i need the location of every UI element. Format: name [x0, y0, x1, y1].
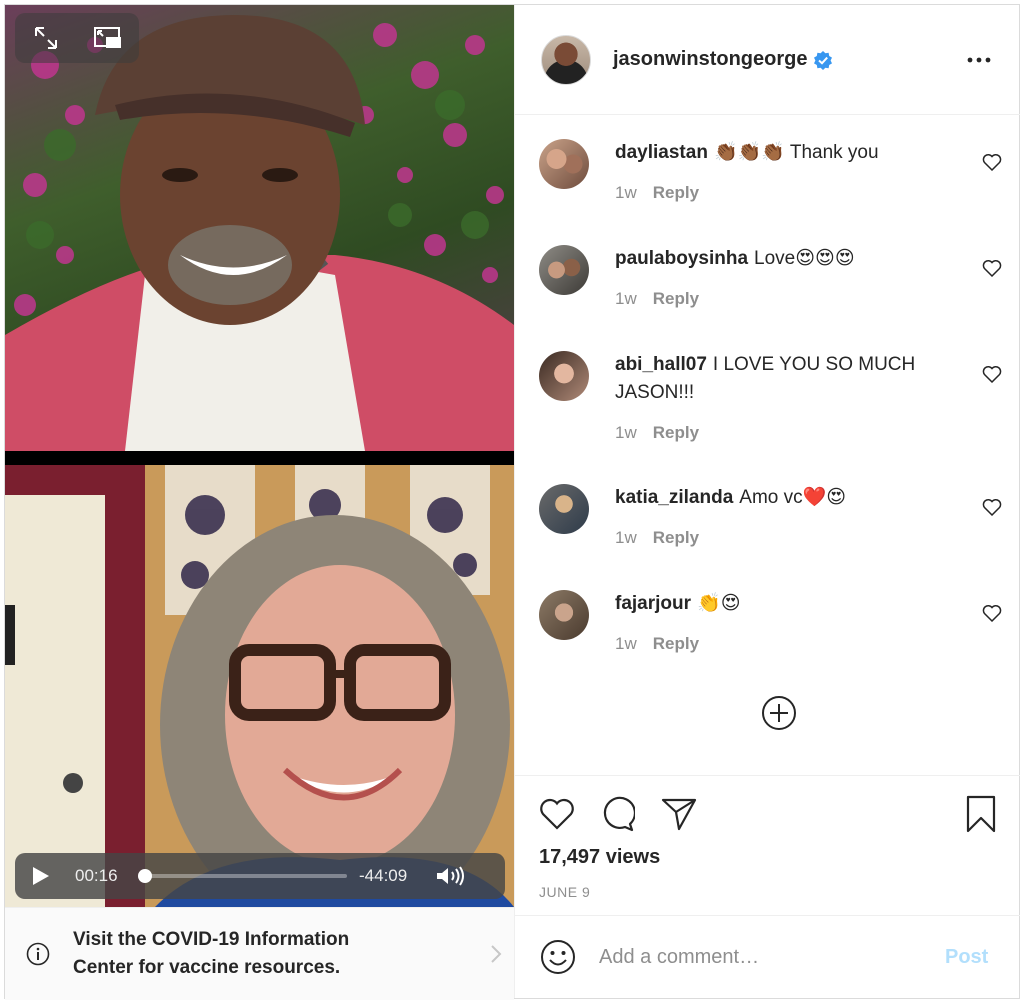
like-heart-icon[interactable]: [537, 794, 577, 834]
post-header: jasonwinstongeorge: [515, 5, 1020, 115]
owner-username[interactable]: jasonwinstongeorge: [613, 48, 807, 71]
comment-text: Amo vc❤️😍: [739, 487, 847, 508]
comment-username[interactable]: paulaboysinha: [615, 248, 748, 269]
comment-username[interactable]: katia_zilanda: [615, 487, 733, 508]
comment-text: Love😍😍😍: [754, 248, 855, 269]
post-dialog: 00:16 -44:09 Visit the COVID-19 Informat…: [4, 4, 1020, 1000]
video-overlay-controls: [15, 13, 139, 63]
verified-badge-icon: [813, 50, 833, 70]
comment-list: dayliastan 👏🏾👏🏾👏🏾 Thank you 1w Reply paula…: [515, 115, 1020, 775]
view-count[interactable]: 17,497 views: [539, 846, 660, 869]
comment-age: 1w: [615, 289, 637, 308]
ellipsis-icon[interactable]: [964, 50, 994, 70]
post-date: JUNE 9: [539, 884, 591, 900]
info-icon: [25, 941, 51, 967]
post-actions: 17,497 views JUNE 9: [515, 775, 1020, 915]
video-player[interactable]: 00:16 -44:09: [5, 5, 514, 907]
commenter-avatar[interactable]: [539, 590, 589, 640]
expand-icon[interactable]: [31, 23, 61, 53]
covid-banner-text: Visit the COVID-19 Information Center fo…: [73, 929, 350, 978]
progress-slider[interactable]: [138, 869, 347, 883]
load-more-comments-icon[interactable]: [759, 693, 799, 733]
owner-avatar[interactable]: [541, 34, 591, 85]
post-side-panel: jasonwinstongeorge dayliastan 👏🏾👏🏾👏🏾 Than…: [514, 5, 1020, 998]
add-comment-bar: Post: [515, 915, 1020, 998]
guest-video-image: [5, 465, 514, 907]
picture-in-picture-icon[interactable]: [93, 23, 123, 53]
play-icon[interactable]: [29, 863, 55, 889]
commenter-avatar[interactable]: [539, 351, 589, 401]
reply-button[interactable]: Reply: [653, 289, 699, 309]
post-comment-button[interactable]: Post: [945, 946, 988, 969]
host-video-image: [5, 15, 514, 451]
comment-heart-icon[interactable]: [981, 257, 1003, 279]
current-time: 00:16: [75, 866, 118, 885]
video-frame-host: [5, 5, 514, 451]
comment-bubble-icon[interactable]: [597, 794, 637, 834]
video-frame-guest: [5, 465, 514, 907]
reply-button[interactable]: Reply: [653, 528, 699, 548]
comment-text: 👏😍: [697, 593, 741, 614]
commenter-avatar[interactable]: [539, 139, 589, 189]
comment-username[interactable]: dayliastan: [615, 142, 708, 163]
comment-text: 👏🏾👏🏾👏🏾 Thank you: [713, 142, 879, 163]
emoji-smiley-icon[interactable]: [539, 938, 577, 976]
comment-age: 1w: [615, 183, 637, 202]
comment-input[interactable]: [599, 937, 929, 977]
share-paper-plane-icon[interactable]: [659, 794, 699, 834]
comment-heart-icon[interactable]: [981, 151, 1003, 173]
comment-username[interactable]: fajarjour: [615, 593, 691, 614]
progress-knob[interactable]: [138, 869, 153, 883]
reply-button[interactable]: Reply: [653, 634, 699, 654]
commenter-avatar[interactable]: [539, 484, 589, 534]
comment-username[interactable]: abi_hall07: [615, 354, 707, 375]
comment-heart-icon[interactable]: [981, 496, 1003, 518]
bookmark-icon[interactable]: [961, 794, 1001, 834]
chevron-right-icon: [487, 943, 505, 965]
reply-button[interactable]: Reply: [653, 183, 699, 203]
comment-age: 1w: [615, 423, 637, 442]
covid-info-banner[interactable]: Visit the COVID-19 Information Center fo…: [5, 907, 514, 1000]
volume-icon[interactable]: [435, 863, 469, 889]
comment-heart-icon[interactable]: [981, 363, 1003, 385]
commenter-avatar[interactable]: [539, 245, 589, 295]
comment-age: 1w: [615, 634, 637, 653]
remaining-time: -44:09: [359, 866, 408, 885]
reply-button[interactable]: Reply: [653, 423, 699, 443]
comment-age: 1w: [615, 528, 637, 547]
comment-heart-icon[interactable]: [981, 602, 1003, 624]
playback-controls: 00:16 -44:09: [15, 853, 505, 899]
